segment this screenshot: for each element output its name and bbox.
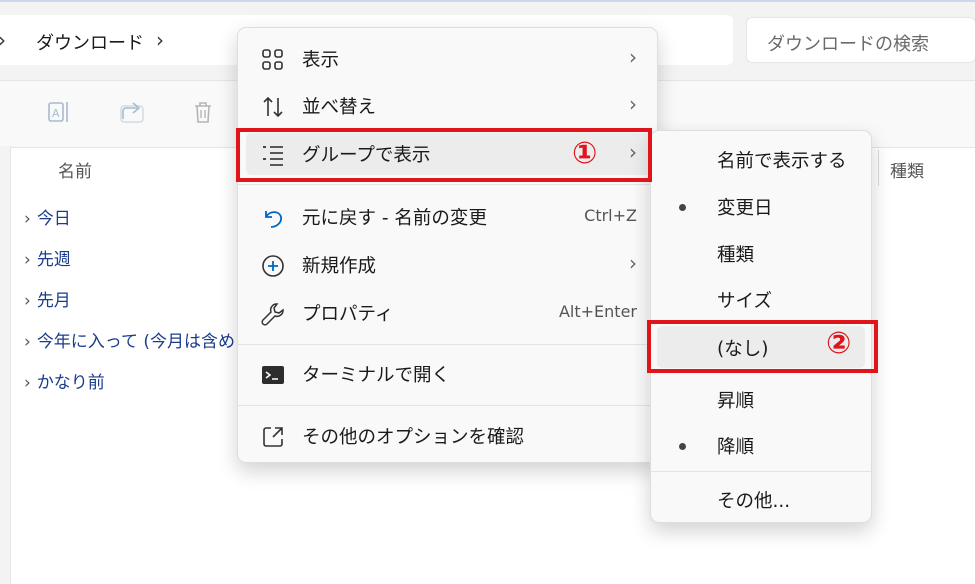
terminal-icon <box>262 366 284 384</box>
context-menu: 表示 › 並べ替え › グループで表示 › 元に戻す - 名前の変更 Ctrl+… <box>237 27 658 463</box>
search-placeholder: ダウンロードの検索 <box>767 34 929 55</box>
group-label: 今日 <box>36 209 71 229</box>
chevron-right-icon: › <box>24 250 31 270</box>
menu-divider <box>651 471 871 472</box>
selected-dot-icon <box>679 443 686 450</box>
grid-icon <box>262 49 283 70</box>
chevron-right-icon: › <box>629 92 637 116</box>
group-header-last-week[interactable]: › 先週 <box>24 245 71 270</box>
menu-item-sort[interactable]: 並べ替え › <box>238 83 659 129</box>
chevron-right-icon: › <box>24 291 31 311</box>
group-header-long-ago[interactable]: › かなり前 <box>24 368 105 393</box>
group-label: かなり前 <box>36 373 105 393</box>
chevron-right-icon: › <box>24 209 31 229</box>
submenu-item-label: 種類 <box>717 245 755 266</box>
menu-item-label: ターミナルで開く <box>302 365 451 386</box>
menu-item-label: 新規作成 <box>302 256 377 277</box>
breadcrumb-downloads[interactable]: ダウンロード <box>36 29 144 55</box>
menu-item-new[interactable]: 新規作成 › <box>238 242 659 288</box>
submenu-item-label: 名前で表示する <box>717 151 847 172</box>
navigation-pane[interactable] <box>0 146 11 584</box>
chevron-right-icon: › <box>24 373 31 393</box>
search-input[interactable]: ダウンロードの検索 <box>746 17 975 63</box>
column-header-kind[interactable]: 種類 <box>890 157 924 182</box>
group-label: 今年に入って (今月は含め <box>36 332 235 352</box>
submenu-item-date-modified[interactable]: 変更日 <box>651 183 871 229</box>
menu-item-properties[interactable]: プロパティ Alt+Enter <box>238 290 659 336</box>
submenu-item-label: その他... <box>717 491 791 512</box>
group-header-today[interactable]: › 今日 <box>24 204 71 229</box>
menu-item-label: プロパティ <box>302 304 394 325</box>
rename-icon[interactable]: A <box>44 97 74 127</box>
delete-icon[interactable] <box>188 97 218 127</box>
menu-item-undo-rename[interactable]: 元に戻す - 名前の変更 Ctrl+Z <box>238 194 659 240</box>
menu-item-label: その他のオプションを確認 <box>302 427 525 448</box>
sort-icon <box>263 96 283 118</box>
chevron-right-icon: › <box>24 332 31 352</box>
selected-dot-icon <box>679 204 686 211</box>
menu-item-label: 元に戻す - 名前の変更 <box>302 208 487 229</box>
column-divider[interactable] <box>878 150 879 186</box>
submenu-item-descending[interactable]: 降順 <box>651 422 871 468</box>
chevron-right-icon[interactable]: › <box>0 28 6 52</box>
annotation-step2-badge: ② <box>826 326 852 361</box>
chevron-right-icon[interactable]: › <box>156 28 164 52</box>
menu-divider <box>238 184 657 185</box>
menu-divider <box>238 344 657 345</box>
svg-text:A: A <box>52 107 60 120</box>
menu-item-show-more-options[interactable]: その他のオプションを確認 <box>238 413 659 459</box>
group-header-last-month[interactable]: › 先月 <box>24 286 71 311</box>
new-icon <box>262 255 284 277</box>
expand-icon <box>263 427 283 447</box>
column-header-name[interactable]: 名前 <box>58 157 92 182</box>
chevron-right-icon: › <box>629 45 637 69</box>
submenu-item-name[interactable]: 名前で表示する <box>651 136 871 182</box>
menu-item-view[interactable]: 表示 › <box>238 36 659 82</box>
wrench-icon <box>261 303 284 326</box>
group-label: 先月 <box>36 291 71 311</box>
submenu-item-more[interactable]: その他... <box>651 476 871 522</box>
menu-item-label: 表示 <box>302 50 340 71</box>
shortcut-text: Ctrl+Z <box>584 206 637 225</box>
undo-icon <box>265 211 283 228</box>
menu-item-label: 並べ替え <box>302 97 377 118</box>
annotation-step1-badge: ① <box>572 136 598 171</box>
menu-divider <box>238 405 657 406</box>
submenu-item-type[interactable]: 種類 <box>651 230 871 276</box>
chevron-right-icon: › <box>629 251 637 275</box>
submenu-item-label: 昇順 <box>717 391 755 412</box>
shortcut-text: Alt+Enter <box>558 302 637 321</box>
menu-item-open-terminal[interactable]: ターミナルで開く <box>238 351 659 397</box>
share-icon[interactable] <box>117 97 147 127</box>
group-header-this-year[interactable]: › 今年に入って (今月は含め <box>24 327 235 352</box>
group-label: 先週 <box>36 250 71 270</box>
submenu-item-label: 変更日 <box>717 198 773 219</box>
submenu-item-label: サイズ <box>717 291 772 312</box>
submenu-item-size[interactable]: サイズ <box>651 276 871 322</box>
submenu-item-label: 降順 <box>717 437 755 458</box>
submenu-item-ascending[interactable]: 昇順 <box>651 376 871 422</box>
